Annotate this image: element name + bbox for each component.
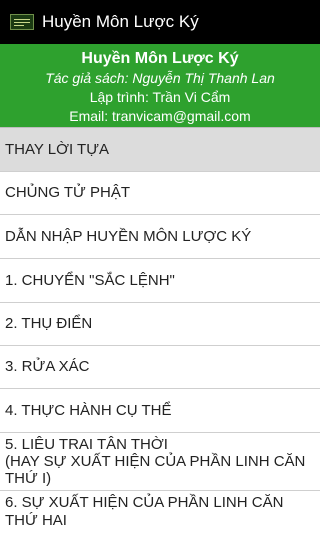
list-item-rua-xac[interactable]: 3. RỬA XÁC — [0, 346, 320, 389]
developer-line: Lập trình: Trần Vi Cẩm — [89, 89, 231, 105]
list-item-phan-linh-can-2[interactable]: 6. SỰ XUẤT HIỆN CỦA PHẦN LINH CĂN THỨ HA… — [0, 491, 320, 534]
book-title: Huyền Môn Lược Ký — [81, 50, 239, 67]
chapter-list: THAY LỜI TỰA CHỦNG TỬ PHẬT DẪN NHẬP HUYỀ… — [0, 127, 320, 534]
app-book-icon[interactable] — [10, 14, 34, 30]
author-line: Tác giả sách: Nguyễn Thị Thanh Lan — [45, 70, 275, 86]
email-line: Email: tranvicam@gmail.com — [69, 108, 251, 124]
list-item-dan-nhap[interactable]: DẪN NHẬP HUYỀN MÔN LƯỢC KÝ — [0, 215, 320, 259]
app-title: Huyền Môn Lược Ký — [42, 12, 199, 31]
list-item-lieu-trai[interactable]: 5. LIÊU TRAI TÂN THỜI (HAY SỰ XUẤT HIỆN … — [0, 433, 320, 491]
list-item-chung-tu-phat[interactable]: CHỦNG TỬ PHẬT — [0, 172, 320, 215]
list-item-chuyen-sac-lenh[interactable]: 1. CHUYỂN "SẮC LỆNH" — [0, 259, 320, 303]
list-item-thuc-hanh[interactable]: 4. THỰC HÀNH CỤ THỂ — [0, 389, 320, 433]
info-header: Huyền Môn Lược Ký Tác giả sách: Nguyễn T… — [0, 44, 320, 127]
list-item-thay-loi-tua[interactable]: THAY LỜI TỰA — [0, 128, 320, 172]
app-window: Huyền Môn Lược Ký Huyền Môn Lược Ký Tác … — [0, 0, 320, 534]
list-item-thu-dien[interactable]: 2. THỤ ĐIỂN — [0, 303, 320, 346]
list-item-label: 5. LIÊU TRAI TÂN THỜI (HAY SỰ XUẤT HIỆN … — [5, 436, 306, 487]
action-bar: Huyền Môn Lược Ký — [0, 0, 320, 44]
